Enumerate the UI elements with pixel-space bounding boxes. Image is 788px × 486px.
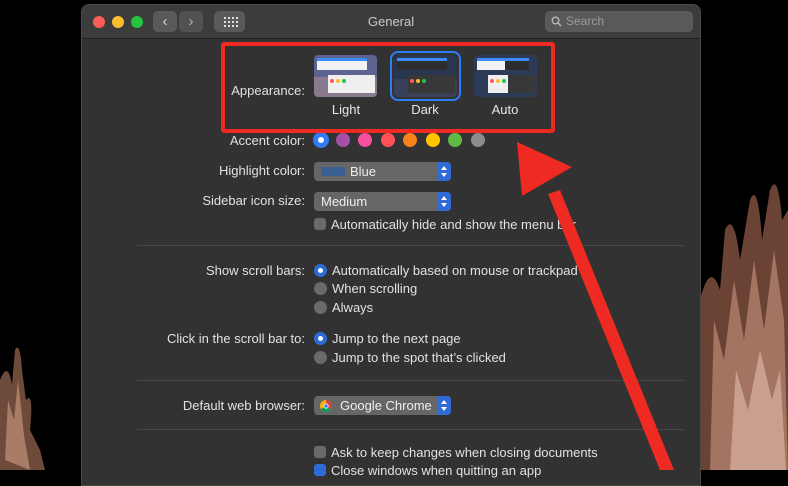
annotation-arrow	[517, 142, 674, 470]
